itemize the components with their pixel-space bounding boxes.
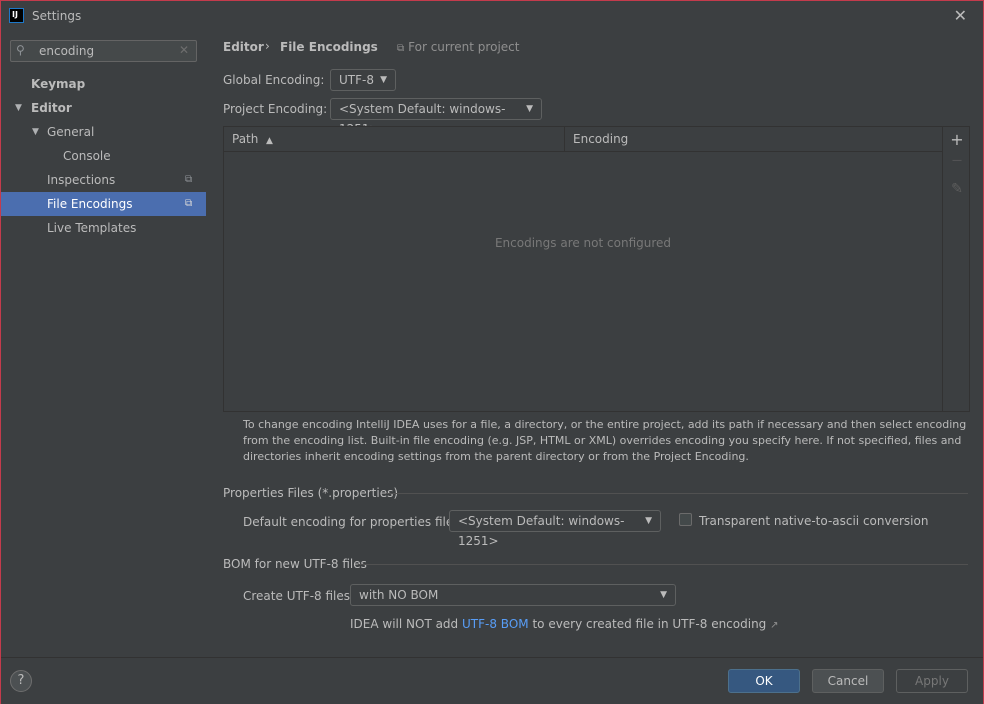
bom-section-title: BOM for new UTF-8 files: [223, 557, 367, 571]
sidebar-item-console[interactable]: Console: [1, 144, 206, 168]
scope-note: ⧉ For current project: [397, 40, 519, 54]
chevron-down-icon: ▼: [526, 104, 533, 114]
table-toolbar: + — ✎: [942, 127, 970, 411]
file-encodings-panel: Editor › File Encodings ⧉ For current pro…: [206, 31, 983, 657]
settings-search-box[interactable]: ⚲ ✕: [10, 40, 197, 62]
properties-default-label: Default encoding for properties files:: [243, 515, 464, 529]
edit-icon[interactable]: ✎: [949, 181, 965, 197]
external-link-icon: ↗: [770, 620, 779, 631]
clear-search-icon[interactable]: ✕: [179, 43, 189, 57]
empty-table-message: Encodings are not configured: [494, 236, 672, 250]
chevron-down-icon: ▼: [380, 75, 387, 85]
sidebar-item-label: General: [47, 125, 95, 139]
settings-sidebar: ⚲ ✕ Keymap ▼ Editor ▼ General Console In…: [1, 31, 206, 657]
chevron-down-icon: ▼: [645, 516, 652, 526]
sidebar-item-editor[interactable]: ▼ Editor: [1, 96, 206, 120]
sort-ascending-icon: ▲: [266, 136, 273, 146]
bom-value: with NO BOM: [359, 588, 439, 602]
ok-button[interactable]: OK: [728, 669, 800, 693]
sidebar-item-label: Inspections: [47, 173, 116, 187]
properties-encoding-dropdown[interactable]: <System Default: windows-1251> ▼: [449, 510, 661, 548]
chevron-down-icon[interactable]: ▼: [32, 120, 39, 144]
properties-encoding-value: <System Default: windows-1251>: [458, 514, 625, 548]
remove-icon[interactable]: —: [949, 155, 965, 166]
transparent-ascii-checkbox[interactable]: [679, 513, 692, 526]
scope-label: For current project: [408, 40, 520, 54]
global-encoding-value: UTF-8: [339, 73, 374, 87]
column-label: Path: [232, 132, 259, 146]
project-scope-icon: ⧉: [185, 198, 193, 209]
dialog-footer: ? OK Cancel Apply: [1, 657, 983, 704]
breadcrumb-separator: ›: [265, 39, 270, 53]
project-scope-icon: ⧉: [397, 43, 405, 54]
table-body: Encodings are not configured: [224, 152, 942, 411]
settings-window: IJ Settings ✕ ⚲ ✕ Keymap ▼ Editor ▼ Gene…: [0, 0, 984, 704]
add-icon[interactable]: +: [949, 130, 965, 149]
sidebar-item-label: Editor: [31, 101, 72, 115]
cancel-button[interactable]: Cancel: [812, 669, 884, 693]
search-input[interactable]: [39, 43, 179, 59]
project-scope-icon: ⧉: [185, 174, 193, 185]
section-divider: [386, 493, 968, 494]
bom-note-start: IDEA will NOT add: [350, 617, 459, 631]
encodings-table: Path ▲ Encoding Encodings are not config…: [223, 126, 970, 412]
sidebar-item-label: Live Templates: [47, 221, 137, 235]
table-header: Path ▲ Encoding: [224, 127, 942, 152]
bom-note-end: to every created file in UTF-8 encoding: [532, 617, 767, 631]
close-icon[interactable]: ✕: [954, 6, 967, 25]
chevron-down-icon: ▼: [660, 590, 667, 600]
sidebar-item-label: File Encodings: [47, 197, 133, 211]
window-title: Settings: [32, 9, 82, 23]
bom-dropdown[interactable]: with NO BOM ▼: [350, 584, 676, 606]
intellij-logo-icon: IJ: [9, 8, 24, 23]
breadcrumb-editor[interactable]: Editor: [223, 40, 264, 54]
encoding-help-text: To change encoding IntelliJ IDEA uses fo…: [243, 418, 967, 463]
sidebar-item-inspections[interactable]: Inspections ⧉: [1, 168, 206, 192]
page-title: File Encodings: [280, 40, 378, 54]
section-divider: [358, 564, 968, 565]
sidebar-item-keymap[interactable]: Keymap: [1, 72, 206, 96]
global-encoding-label: Global Encoding:: [223, 73, 325, 87]
global-encoding-dropdown[interactable]: UTF-8 ▼: [330, 69, 396, 91]
sidebar-item-general[interactable]: ▼ General: [1, 120, 206, 144]
properties-section-title: Properties Files (*.properties): [223, 486, 399, 500]
chevron-down-icon[interactable]: ▼: [15, 96, 22, 120]
create-utf8-label: Create UTF-8 files:: [243, 589, 355, 603]
column-header-path[interactable]: Path ▲: [232, 127, 273, 151]
column-header-encoding[interactable]: Encoding: [573, 127, 628, 151]
project-encoding-label: Project Encoding:: [223, 102, 328, 116]
utf8-bom-link[interactable]: UTF-8 BOM: [462, 617, 529, 631]
project-encoding-dropdown[interactable]: <System Default: windows-1251> ▼: [330, 98, 542, 136]
search-icon: ⚲: [16, 43, 25, 57]
apply-button[interactable]: Apply: [896, 669, 968, 693]
transparent-ascii-label[interactable]: Transparent native-to-ascii conversion: [699, 514, 928, 528]
column-divider[interactable]: [564, 127, 565, 151]
title-bar: IJ Settings ✕: [1, 1, 983, 31]
bom-note: IDEA will NOT add UTF-8 BOM to every cre…: [350, 617, 779, 631]
help-button[interactable]: ?: [10, 670, 32, 692]
sidebar-item-label: Console: [63, 149, 111, 163]
sidebar-item-file-encodings[interactable]: File Encodings ⧉: [1, 192, 206, 216]
sidebar-item-live-templates[interactable]: Live Templates: [1, 216, 206, 240]
sidebar-item-label: Keymap: [31, 77, 86, 91]
